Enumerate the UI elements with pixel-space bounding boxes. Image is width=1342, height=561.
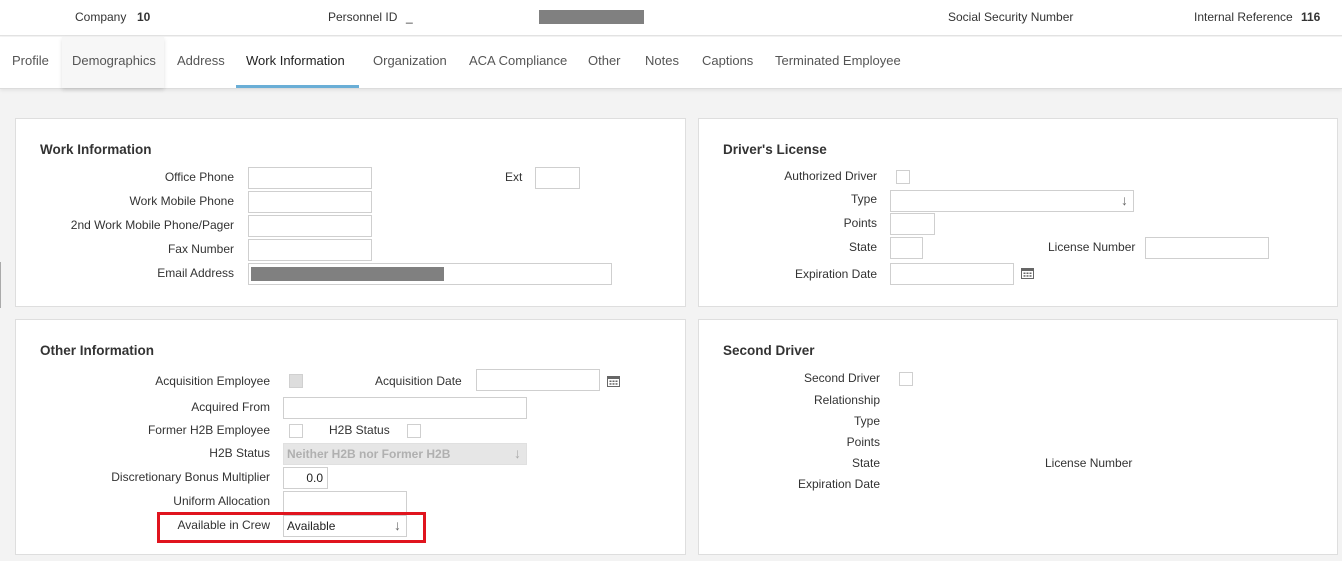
- expiration-date-input[interactable]: [890, 263, 1014, 285]
- calendar-icon[interactable]: [1021, 267, 1034, 279]
- arrow-down-icon: ↓: [1121, 192, 1128, 208]
- second-driver-state-label: State: [851, 456, 880, 470]
- office-phone-label: Office Phone: [164, 170, 234, 184]
- arrow-down-icon: ↓: [514, 445, 521, 461]
- internal-reference-label: Internal Reference: [1194, 10, 1293, 24]
- h2b-status-select[interactable]: Neither H2B nor Former H2B ↓: [283, 443, 527, 465]
- employee-header: Company 10 Personnel ID _ Social Securit…: [0, 0, 1342, 36]
- calendar-icon[interactable]: [607, 375, 620, 387]
- expiration-date-label: Expiration Date: [794, 267, 877, 281]
- second-driver-expiration-label: Expiration Date: [797, 477, 880, 491]
- authorized-driver-label: Authorized Driver: [784, 169, 877, 183]
- acquired-from-input[interactable]: [283, 397, 527, 419]
- email-address-label: Email Address: [157, 266, 234, 280]
- personnel-id-value: _: [406, 10, 413, 24]
- license-state-input[interactable]: [890, 237, 923, 259]
- ssn-label: Social Security Number: [948, 10, 1074, 24]
- tab-bar: Profile Demographics Address Work Inform…: [0, 37, 1342, 89]
- ext-label: Ext: [505, 170, 523, 184]
- second-work-mobile-input[interactable]: [248, 215, 372, 237]
- second-driver-license-number-label: License Number: [1045, 456, 1133, 470]
- second-work-mobile-label: 2nd Work Mobile Phone/Pager: [70, 218, 234, 232]
- left-edge-line: [0, 262, 1, 308]
- other-information-title: Other Information: [40, 343, 154, 358]
- fax-number-input[interactable]: [248, 239, 372, 261]
- relationship-label: Relationship: [813, 393, 880, 407]
- bonus-multiplier-input[interactable]: 0.0: [283, 467, 328, 489]
- license-number-label: License Number: [1048, 240, 1136, 254]
- tab-terminated-employee[interactable]: Terminated Employee: [765, 37, 911, 88]
- second-driver-title: Second Driver: [723, 343, 815, 358]
- second-driver-points-label: Points: [846, 435, 880, 449]
- personnel-id-label: Personnel ID: [328, 10, 398, 24]
- h2b-status-checkbox[interactable]: [407, 424, 421, 438]
- uniform-allocation-label: Uniform Allocation: [173, 494, 270, 508]
- tab-work-information[interactable]: Work Information: [236, 37, 359, 88]
- email-address-input[interactable]: [248, 263, 612, 285]
- tab-organization[interactable]: Organization: [363, 37, 457, 88]
- tab-address[interactable]: Address: [167, 37, 235, 88]
- second-driver-checkbox[interactable]: [899, 372, 913, 386]
- tab-aca-compliance[interactable]: ACA Compliance: [459, 37, 577, 88]
- work-mobile-phone-input[interactable]: [248, 191, 372, 213]
- h2b-status-value: Neither H2B nor Former H2B: [287, 447, 451, 461]
- highlight-box: [157, 512, 426, 543]
- acquisition-employee-checkbox[interactable]: [289, 374, 303, 388]
- license-state-label: State: [848, 240, 877, 254]
- drivers-license-panel: Driver's License Authorized Driver Type …: [698, 118, 1338, 307]
- license-points-input[interactable]: [890, 213, 935, 235]
- acquisition-employee-label: Acquisition Employee: [155, 374, 270, 388]
- tab-demographics[interactable]: Demographics: [62, 37, 164, 88]
- tab-notes[interactable]: Notes: [635, 37, 689, 88]
- redacted-email: [251, 267, 444, 281]
- second-driver-label: Second Driver: [803, 371, 880, 385]
- ext-input[interactable]: [535, 167, 580, 189]
- acquisition-date-input[interactable]: [476, 369, 600, 391]
- office-phone-input[interactable]: [248, 167, 372, 189]
- license-number-input[interactable]: [1145, 237, 1269, 259]
- work-mobile-phone-label: Work Mobile Phone: [129, 194, 235, 208]
- license-type-label: Type: [850, 192, 877, 206]
- work-information-title: Work Information: [40, 142, 152, 157]
- bonus-multiplier-label: Discretionary Bonus Multiplier: [111, 470, 270, 484]
- former-h2b-employee-checkbox[interactable]: [289, 424, 303, 438]
- fax-number-label: Fax Number: [167, 242, 234, 256]
- tab-captions[interactable]: Captions: [692, 37, 763, 88]
- redacted-block: [539, 10, 644, 24]
- former-h2b-employee-label: Former H2B Employee: [147, 423, 270, 437]
- tab-profile[interactable]: Profile: [2, 37, 59, 88]
- h2b-status-checkbox-label: H2B Status: [329, 423, 390, 437]
- work-information-panel: Work Information Office Phone Ext Work M…: [15, 118, 686, 307]
- company-label: Company: [75, 10, 127, 24]
- uniform-allocation-input[interactable]: [283, 491, 407, 513]
- second-driver-panel: Second Driver Second Driver Relationship…: [698, 319, 1338, 555]
- company-value: 10: [137, 10, 151, 24]
- tab-other[interactable]: Other: [578, 37, 631, 88]
- license-type-select[interactable]: ↓: [890, 190, 1134, 212]
- drivers-license-title: Driver's License: [723, 142, 827, 157]
- internal-reference-value: 116: [1301, 10, 1321, 24]
- license-points-label: Points: [843, 216, 877, 230]
- second-driver-type-label: Type: [853, 414, 880, 428]
- authorized-driver-checkbox[interactable]: [896, 170, 910, 184]
- h2b-status-label: H2B Status: [209, 446, 270, 460]
- acquisition-date-label: Acquisition Date: [375, 374, 462, 388]
- acquired-from-label: Acquired From: [191, 400, 270, 414]
